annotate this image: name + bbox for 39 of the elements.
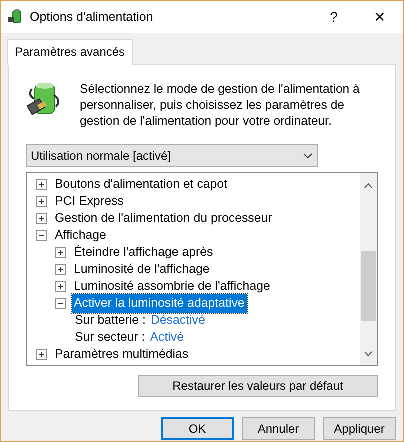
battery-plug-icon	[26, 81, 62, 117]
expand-icon[interactable]	[36, 213, 47, 224]
collapse-icon[interactable]	[36, 230, 47, 241]
tree-item[interactable]: Activer la luminosité adaptative	[72, 294, 247, 313]
expand-icon[interactable]	[36, 349, 47, 360]
close-button[interactable]: ✕	[357, 6, 403, 28]
description-text: Sélectionnez le mode de gestion de l'alimentation à personnaliser, puis choisissez les paramètres de gestion de l'alimentation pour votre ordinateur.	[80, 81, 361, 129]
chevron-down-icon	[303, 152, 313, 158]
plan-dropdown[interactable]: Utilisation normale [activé]	[26, 144, 318, 167]
window-title: Options d'alimentation	[30, 8, 154, 26]
setting-value-link[interactable]: Désactivé	[150, 311, 206, 330]
tree-item[interactable]: Éteindre l'affichage après	[72, 243, 216, 262]
tree-item[interactable]: Paramètres multimédias	[53, 345, 191, 364]
collapse-icon[interactable]	[55, 298, 66, 309]
setting-value-link[interactable]: Activé	[150, 328, 184, 347]
expand-icon[interactable]	[36, 196, 47, 207]
scroll-thumb[interactable]	[361, 251, 376, 321]
dialog-button[interactable]: Annuler	[242, 417, 315, 440]
tree-item[interactable]: Luminosité de l'affichage	[72, 260, 212, 279]
expand-icon[interactable]	[55, 281, 66, 292]
tree-item[interactable]: Gestion de l'alimentation du processeur	[53, 209, 274, 228]
help-button[interactable]: ?	[311, 6, 357, 28]
expand-icon[interactable]	[55, 264, 66, 275]
dialog-button[interactable]: Appliquer	[323, 417, 396, 440]
expand-icon[interactable]	[36, 179, 47, 190]
tree-item[interactable]: Luminosité assombrie de l'affichage	[72, 277, 272, 296]
tree-item[interactable]: Boutons d'alimentation et capot	[53, 175, 230, 194]
scrollbar[interactable]	[360, 173, 377, 365]
setting-label: Sur secteur :	[75, 329, 146, 346]
setting-label: Sur batterie :	[75, 312, 146, 330]
battery-plug-icon	[8, 9, 24, 25]
scroll-down-icon	[364, 351, 373, 357]
expand-icon[interactable]	[55, 247, 66, 258]
tree-item[interactable]: PCI Express	[53, 192, 126, 211]
tree-item[interactable]: Affichage	[53, 226, 108, 245]
scroll-up-icon	[364, 183, 373, 189]
restore-defaults-button[interactable]: Restaurer les valeurs par défaut	[138, 375, 378, 397]
dialog-button[interactable]: OK	[161, 417, 234, 440]
tab[interactable]: Paramètres avancés	[7, 39, 134, 65]
